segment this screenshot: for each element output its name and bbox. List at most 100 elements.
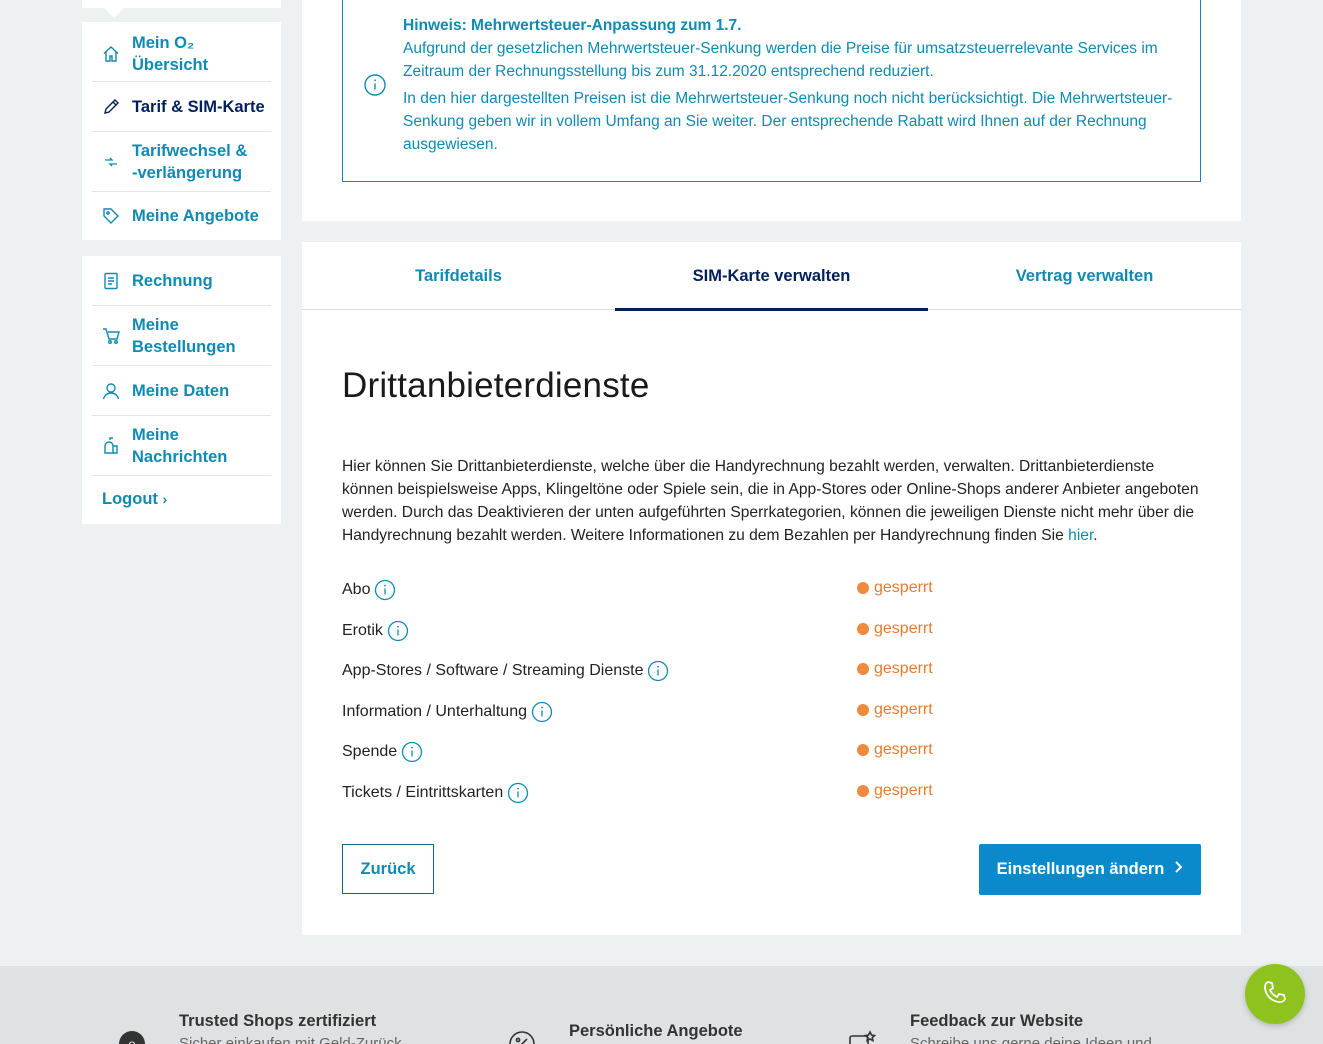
status-badge: gesperrt — [857, 701, 933, 719]
notice-title: Hinweis: Mehrwertsteuer-Anpassung zum 1.… — [403, 17, 742, 34]
back-button[interactable]: Zurück — [342, 844, 434, 894]
change-settings-label: Einstellungen ändern — [996, 860, 1165, 878]
status-dot-icon — [857, 663, 869, 676]
sidebar-item-label: Meine Angebote — [132, 207, 259, 225]
phone-icon — [1262, 979, 1288, 1010]
tab-bar: Tarifdetails SIM-Karte verwalten Vertrag… — [302, 242, 1241, 311]
cart-icon — [100, 325, 122, 347]
sidebar-item-tarifwechsel[interactable]: Tarifwechsel & -verlängerung — [92, 132, 271, 192]
category-label: Spende — [342, 743, 398, 761]
intro-text: Hier können Sie Drittanbieterdienste, we… — [342, 455, 1202, 547]
footer-item-persoenliche-angebote[interactable]: Persönliche Angebote — [569, 1022, 743, 1041]
page-title: Drittanbieterdienste — [342, 366, 650, 405]
vat-notice-box: Hinweis: Mehrwertsteuer-Anpassung zum 1.… — [342, 0, 1201, 182]
category-row: App-Stores / Software / Streaming Dienst… — [342, 660, 1202, 684]
sidebar-item-rechnung[interactable]: Rechnung — [92, 256, 271, 306]
sidebar-item-label: Rechnung — [132, 271, 213, 290]
category-label: Abo — [342, 581, 371, 598]
status-dot-icon — [857, 785, 869, 797]
footer-title: Persönliche Angebote — [569, 1022, 743, 1040]
home-icon — [100, 43, 122, 65]
sidebar-item-tarif-sim-karte[interactable]: Tarif & SIM-Karte — [92, 82, 271, 132]
status-dot-icon — [857, 582, 869, 594]
footer-subtitle: Schreibe uns gerne deine Ideen und — [910, 1035, 1152, 1044]
chevron-right-icon — [1174, 860, 1183, 879]
footer-item-trusted-shops[interactable]: Trusted Shops zertifiziert Sicher einkau… — [179, 1012, 402, 1044]
sidebar-item-label: Meine — [132, 315, 179, 334]
logout-link[interactable]: Logout › — [102, 490, 167, 509]
tab-sim-karte-verwalten[interactable]: SIM-Karte verwalten — [615, 242, 928, 311]
category-label-wrap: Abo — [342, 579, 396, 601]
mailbox-icon — [100, 435, 122, 457]
status-text: gesperrt — [874, 619, 933, 637]
category-label: Erotik — [342, 621, 383, 639]
tab-tarifdetails[interactable]: Tarifdetails — [302, 242, 615, 310]
category-label: Tickets / Eintrittskarten — [342, 784, 504, 801]
sidebar-item-label: Nachrichten — [132, 447, 228, 466]
feedback-icon — [848, 1030, 877, 1044]
sidebar-nav-group-2: Rechnung Meine Bestellungen Meine Daten … — [82, 256, 281, 524]
category-label-wrap: Tickets / Eintrittskarten — [342, 782, 529, 804]
category-row: Abo gesperrt — [342, 579, 1202, 603]
status-text: gesperrt — [874, 741, 933, 759]
sidebar-caret — [104, 8, 124, 18]
info-icon[interactable] — [507, 782, 529, 804]
sidebar-item-meine-daten[interactable]: Meine Daten — [92, 366, 271, 416]
logout-label: Logout — [102, 490, 158, 508]
info-icon[interactable] — [387, 620, 409, 642]
category-label-wrap: Information / Unterhaltung — [342, 701, 553, 723]
sidebar-item-label: Meine Daten — [132, 381, 230, 400]
status-text: gesperrt — [874, 579, 933, 596]
sidebar-item-label: Mein O₂ — [132, 33, 195, 52]
info-icon[interactable] — [647, 660, 669, 682]
tag-icon — [100, 205, 122, 227]
footer-title: Feedback zur Website — [910, 1012, 1084, 1030]
sidebar-item-meine-bestellungen[interactable]: Meine Bestellungen — [92, 306, 271, 366]
trusted-shops-icon: e — [118, 1030, 146, 1044]
sidebar-nav-group-1: Mein O₂ Übersicht Tarif & SIM-Karte Tari… — [82, 22, 281, 240]
status-badge: gesperrt — [857, 579, 933, 597]
bill-icon — [100, 270, 122, 292]
category-label-wrap: Erotik — [342, 620, 409, 642]
user-icon — [100, 380, 122, 402]
more-info-link[interactable]: hier — [1068, 527, 1093, 544]
sidebar-item-meine-nachrichten[interactable]: Meine Nachrichten — [92, 416, 271, 476]
notice-paragraph-2: In den hier dargestellten Preisen ist di… — [403, 90, 1173, 153]
status-badge: gesperrt — [857, 741, 933, 759]
sidebar-item-label: Tarif & SIM-Karte — [132, 97, 265, 116]
category-row: Information / Unterhaltung gesperrt — [342, 701, 1202, 725]
notice-paragraph-1: Aufgrund der gesetzlichen Mehrwertsteuer… — [403, 40, 1158, 80]
category-row: Erotik gesperrt — [342, 620, 1202, 644]
sidebar-item-label: -verlängerung — [132, 163, 243, 182]
status-badge: gesperrt — [857, 660, 933, 678]
category-label: App-Stores / Software / Streaming Dienst… — [342, 662, 644, 680]
switch-arrows-icon — [100, 151, 122, 173]
footer-item-feedback[interactable]: Feedback zur Website Schreibe uns gerne … — [910, 1012, 1152, 1044]
change-settings-button[interactable]: Einstellungen ändern — [979, 844, 1201, 895]
status-text: gesperrt — [874, 700, 933, 718]
status-text: gesperrt — [874, 782, 933, 799]
footer-trust-bar: e Trusted Shops zertifiziert Sicher eink… — [0, 966, 1323, 1044]
status-badge: gesperrt — [857, 782, 933, 800]
category-row: Tickets / Eintrittskarten gesperrt — [342, 782, 1202, 806]
sidebar-item-label: Bestellungen — [132, 337, 236, 356]
footer-subtitle: Sicher einkaufen mit Geld-Zurück — [179, 1035, 402, 1044]
status-text: gesperrt — [874, 660, 933, 678]
category-label-wrap: App-Stores / Software / Streaming Dienst… — [342, 660, 669, 682]
info-icon[interactable] — [401, 741, 423, 763]
info-icon[interactable] — [531, 701, 553, 723]
call-button[interactable] — [1245, 964, 1305, 1024]
chevron-right-icon: › — [162, 491, 168, 507]
info-icon[interactable] — [374, 579, 396, 601]
category-row: Spende gesperrt — [342, 741, 1202, 765]
vat-notice-card: Hinweis: Mehrwertsteuer-Anpassung zum 1.… — [302, 0, 1241, 221]
sidebar-item-mein-o2-uebersicht[interactable]: Mein O₂ Übersicht — [92, 26, 271, 82]
status-dot-icon — [857, 744, 869, 757]
status-badge: gesperrt — [857, 620, 933, 638]
sidebar-top-stub — [82, 0, 281, 8]
info-icon — [363, 73, 387, 102]
tab-vertrag-verwalten[interactable]: Vertrag verwalten — [928, 242, 1241, 310]
sidebar-item-meine-angebote[interactable]: Meine Angebote — [92, 192, 271, 240]
third-party-services-card: Tarifdetails SIM-Karte verwalten Vertrag… — [302, 242, 1241, 935]
category-label: Information / Unterhaltung — [342, 702, 527, 720]
